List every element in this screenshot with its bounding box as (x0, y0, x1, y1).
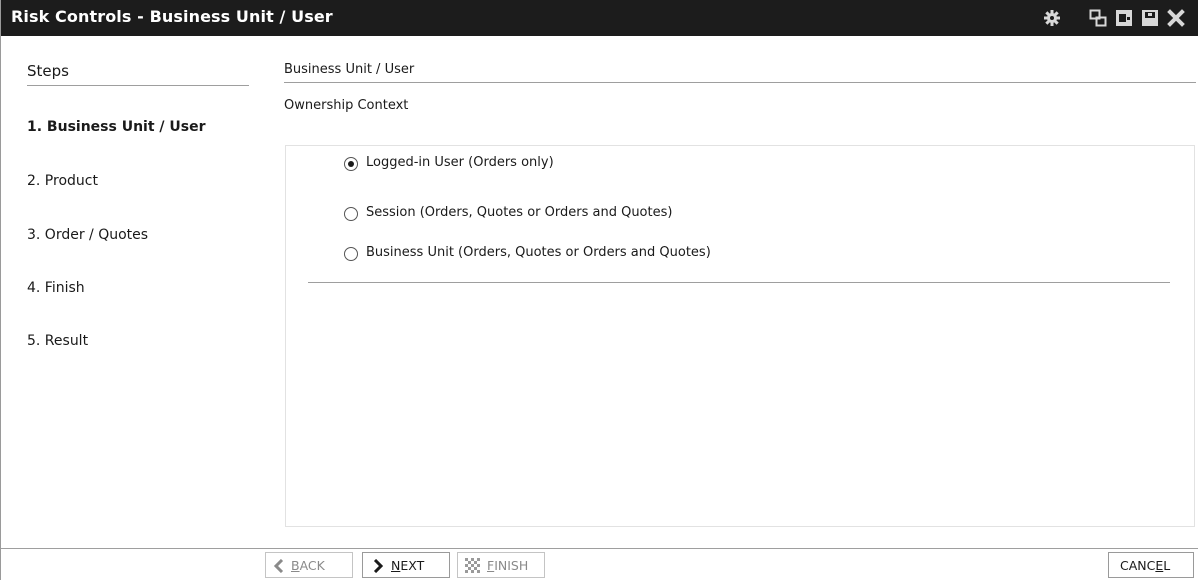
option-label: Session (Orders, Quotes or Orders and Qu… (366, 205, 673, 220)
back-accel: B (291, 558, 300, 573)
checkered-flag-icon (465, 558, 480, 573)
chevron-left-icon (273, 559, 284, 573)
pin-window-icon[interactable] (1141, 9, 1159, 27)
wizard-footer: BACK NEXT FINISH CANCEL (1, 548, 1198, 580)
ownership-context-label: Ownership Context (284, 98, 409, 113)
radio-logged-in-user[interactable] (344, 157, 358, 171)
close-icon[interactable] (1167, 9, 1185, 27)
back-button[interactable]: BACK (265, 552, 353, 578)
step-order-quotes[interactable]: 3. Order / Quotes (27, 227, 148, 243)
options-divider (308, 282, 1170, 283)
title-bar: Risk Controls - Business Unit / User (1, 0, 1198, 36)
cancel-label-post: L (1163, 558, 1171, 573)
step-finish[interactable]: 4. Finish (27, 280, 85, 296)
restore-window-icon[interactable] (1089, 9, 1107, 27)
risk-controls-window: Risk Controls - Business Unit / User Ste… (0, 0, 1198, 580)
cancel-button[interactable]: CANCEL (1108, 552, 1194, 578)
cancel-label-pre: CANC (1120, 558, 1156, 573)
step-result[interactable]: 5. Result (27, 333, 88, 349)
settings-gear-icon[interactable] (1043, 9, 1061, 27)
step-business-unit-user[interactable]: 1. Business Unit / User (27, 119, 206, 135)
next-accel: N (391, 558, 401, 573)
title-divider (284, 82, 1196, 83)
option-label: Business Unit (Orders, Quotes or Orders … (366, 245, 711, 260)
next-button[interactable]: NEXT (362, 552, 450, 578)
chevron-right-icon (373, 559, 384, 573)
finish-label: INISH (494, 558, 529, 573)
finish-button[interactable]: FINISH (457, 552, 545, 578)
steps-sidebar: Steps 1. Business Unit / User 2. Product… (1, 36, 263, 548)
detach-window-icon[interactable] (1115, 9, 1133, 27)
next-label: EXT (400, 558, 425, 573)
steps-divider (27, 85, 249, 86)
steps-header: Steps (27, 62, 69, 80)
ownership-options-panel: Logged-in User (Orders only) Session (Or… (285, 145, 1195, 527)
window-title: Risk Controls - Business Unit / User (11, 7, 333, 26)
page-title: Business Unit / User (284, 62, 415, 77)
window-controls (1039, 0, 1198, 36)
radio-session[interactable] (344, 207, 358, 221)
option-label: Logged-in User (Orders only) (366, 155, 554, 170)
step-product[interactable]: 2. Product (27, 173, 98, 189)
back-label: ACK (299, 558, 325, 573)
radio-business-unit[interactable] (344, 247, 358, 261)
